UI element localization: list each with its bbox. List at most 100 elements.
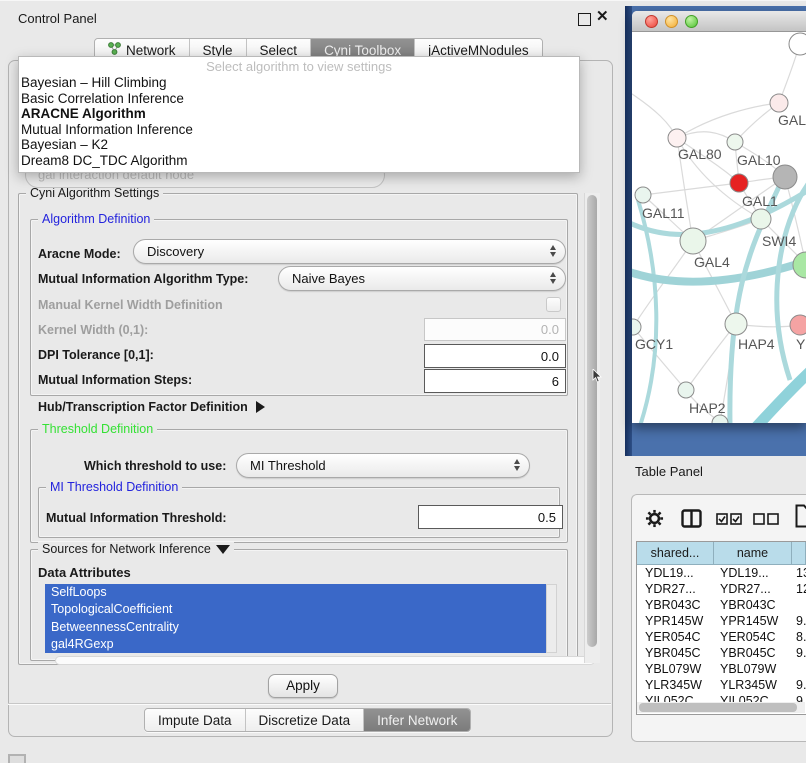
table-row[interactable]: YBR043CYBR043C bbox=[637, 597, 806, 613]
algorithm-option-dream8-dc-tdc-algorithm[interactable]: Dream8 DC_TDC Algorithm bbox=[19, 153, 579, 169]
threshold-definition-title: Threshold Definition bbox=[38, 422, 157, 436]
network-node[interactable] bbox=[789, 33, 806, 55]
zoom-window-icon[interactable] bbox=[685, 15, 698, 28]
settings-scrollbar-track[interactable] bbox=[584, 193, 600, 663]
data-attributes-list: SelfLoopsTopologicalCoefficientBetweenne… bbox=[45, 584, 546, 653]
table-row[interactable]: YLR345WYLR345W9. bbox=[637, 677, 806, 693]
control-panel-title: Control Panel bbox=[18, 11, 97, 26]
sources-group-title[interactable]: Sources for Network Inference bbox=[38, 542, 234, 556]
columns-icon[interactable] bbox=[681, 509, 702, 528]
document-icon[interactable] bbox=[795, 504, 806, 528]
close-panel-icon[interactable]: ✕ bbox=[596, 7, 609, 25]
node-label-gal10: GAL10 bbox=[737, 152, 781, 168]
data-attribute-selfloops[interactable]: SelfLoops bbox=[45, 584, 546, 601]
which-threshold-select[interactable]: MI Threshold bbox=[236, 453, 530, 478]
network-node[interactable] bbox=[727, 134, 743, 150]
algorithm-option-basic-correlation-inference[interactable]: Basic Correlation Inference bbox=[19, 91, 579, 107]
algorithm-option-bayesian-hill-climbing[interactable]: Bayesian – Hill Climbing bbox=[19, 75, 579, 91]
table-cell: 12 bbox=[792, 582, 806, 596]
settings-group-title: Cyni Algorithm Settings bbox=[26, 186, 163, 200]
kernel-width-field[interactable]: 0.0 bbox=[424, 318, 566, 341]
manual-kernel-width-checkbox[interactable] bbox=[546, 297, 561, 312]
algorithm-option-bayesian-k2[interactable]: Bayesian – K2 bbox=[19, 137, 579, 153]
network-node[interactable] bbox=[712, 415, 728, 423]
close-window-icon[interactable] bbox=[645, 15, 658, 28]
stepper-icon bbox=[550, 245, 556, 257]
network-canvas[interactable]: GALGAL80GAL10GAL1GAL11SWI4GAL4GCY1HAP4YH… bbox=[632, 32, 806, 423]
table-cell: YDL19... bbox=[637, 566, 714, 580]
network-view-window[interactable]: GALGAL80GAL10GAL1GAL11SWI4GAL4GCY1HAP4YH… bbox=[632, 11, 806, 423]
attribute-table[interactable]: shared...name YDL19...YDL19...13YDR27...… bbox=[636, 541, 806, 715]
node-label-gal1: GAL1 bbox=[742, 193, 778, 209]
table-row[interactable]: YPR145WYPR145W9. bbox=[637, 613, 806, 629]
tab-impute-data[interactable]: Impute Data bbox=[145, 709, 246, 731]
data-attribute-topologicalcoefficient[interactable]: TopologicalCoefficient bbox=[45, 601, 546, 618]
algorithm-dropdown-list: Bayesian – Hill ClimbingBasic Correlatio… bbox=[19, 75, 579, 169]
mouse-cursor bbox=[592, 369, 602, 383]
node-label-hap4: HAP4 bbox=[738, 336, 775, 352]
aracne-mode-select[interactable]: Discovery bbox=[133, 239, 566, 264]
column-header-name[interactable]: name bbox=[714, 542, 792, 564]
settings-scrollbar-thumb[interactable] bbox=[587, 195, 597, 647]
network-node[interactable] bbox=[773, 165, 797, 189]
mi-threshold-group-title: MI Threshold Definition bbox=[46, 480, 182, 494]
mi-steps-field[interactable]: 6 bbox=[424, 369, 566, 393]
mi-algorithm-type-select[interactable]: Naive Bayes bbox=[278, 266, 566, 291]
table-row[interactable]: YDR27...YDR27...12 bbox=[637, 581, 806, 597]
collapse-arrow-icon bbox=[216, 545, 230, 554]
minimize-window-icon[interactable] bbox=[665, 15, 678, 28]
algorithm-option-mutual-information-inference[interactable]: Mutual Information Inference bbox=[19, 122, 579, 138]
table-row[interactable]: YBR045CYBR045C9. bbox=[637, 645, 806, 661]
table-cell: YBR043C bbox=[637, 598, 714, 612]
network-node[interactable] bbox=[668, 129, 686, 147]
select-all-checkboxes-icon[interactable] bbox=[716, 513, 743, 525]
gear-icon[interactable] bbox=[645, 509, 664, 528]
tab-discretize-data[interactable]: Discretize Data bbox=[246, 709, 365, 731]
network-node[interactable] bbox=[793, 252, 806, 278]
table-cell: 9. bbox=[792, 614, 806, 628]
network-node[interactable] bbox=[751, 209, 771, 229]
network-window-titlebar[interactable] bbox=[632, 11, 806, 32]
table-scrollbar-thumb[interactable] bbox=[639, 703, 797, 712]
stepper-icon bbox=[550, 272, 556, 284]
network-node[interactable] bbox=[790, 315, 806, 335]
deselect-all-checkboxes-icon[interactable] bbox=[753, 513, 780, 525]
table-row[interactable]: YER054CYER054C8. bbox=[637, 629, 806, 645]
network-node[interactable] bbox=[680, 228, 706, 254]
tab-infer-network[interactable]: Infer Network bbox=[364, 709, 470, 731]
network-node[interactable] bbox=[635, 187, 651, 203]
hub-definition-expander[interactable]: Hub/Transcription Factor Definition bbox=[38, 400, 265, 414]
data-attribute-gal4rgexp[interactable]: gal4RGexp bbox=[45, 636, 546, 653]
network-node[interactable] bbox=[632, 319, 641, 335]
cyni-task-tabbar: Impute DataDiscretize DataInfer Network bbox=[144, 708, 471, 732]
network-node[interactable] bbox=[730, 174, 748, 192]
mi-threshold-field[interactable]: 0.5 bbox=[418, 505, 563, 529]
dpi-tolerance-field[interactable]: 0.0 bbox=[424, 344, 566, 368]
table-row[interactable]: YBL079WYBL079W bbox=[637, 661, 806, 677]
column-header-2[interactable] bbox=[792, 542, 806, 564]
sources-group-label: Sources for Network Inference bbox=[42, 542, 211, 556]
horizontal-scrollbar[interactable] bbox=[55, 656, 595, 665]
algorithm-dropdown-placeholder: Select algorithm to view settings bbox=[19, 59, 579, 75]
data-attribute-betweennesscentrality[interactable]: BetweennessCentrality bbox=[45, 619, 546, 636]
node-label-gal80: GAL80 bbox=[678, 146, 722, 162]
float-panel-icon[interactable] bbox=[578, 13, 591, 26]
column-header-shared[interactable]: shared... bbox=[637, 542, 714, 564]
table-cell: 9. bbox=[792, 678, 806, 692]
node-label-gal11: GAL11 bbox=[642, 205, 685, 221]
network-node[interactable] bbox=[725, 313, 747, 335]
aracne-mode-value: Discovery bbox=[147, 244, 204, 259]
cytoscape-workspace: Control Panel ✕ NetworkStyleSelectCyni T… bbox=[0, 0, 806, 763]
table-cell: YBR045C bbox=[714, 646, 792, 660]
network-node[interactable] bbox=[678, 382, 694, 398]
network-node[interactable] bbox=[770, 94, 788, 112]
attributes-scrollbar[interactable] bbox=[546, 584, 557, 653]
expand-arrow-icon bbox=[256, 401, 265, 413]
table-cell: YDR27... bbox=[637, 582, 714, 596]
table-horizontal-scrollbar[interactable] bbox=[637, 702, 805, 713]
mi-algorithm-type-label: Mutual Information Algorithm Type: bbox=[38, 272, 248, 286]
apply-button[interactable]: Apply bbox=[268, 674, 338, 698]
table-row[interactable]: YDL19...YDL19...13 bbox=[637, 565, 806, 581]
algorithm-option-aracne-algorithm[interactable]: ARACNE Algorithm bbox=[19, 106, 579, 122]
table-cell: YBL079W bbox=[637, 662, 714, 676]
